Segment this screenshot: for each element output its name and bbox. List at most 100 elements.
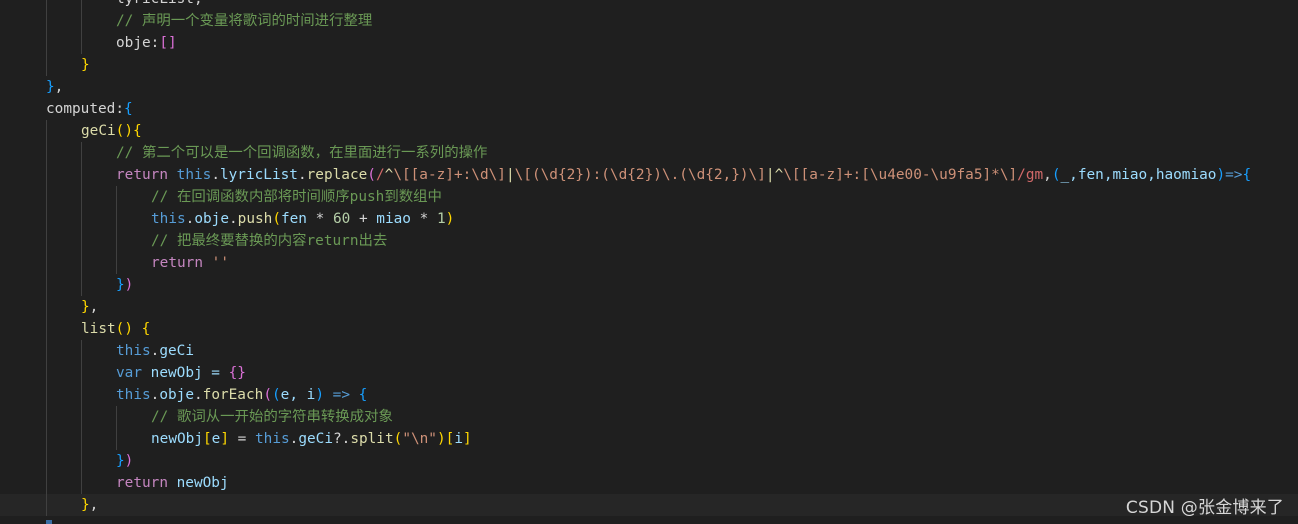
code-line[interactable]: var newObj = {} bbox=[0, 362, 1298, 384]
code-line[interactable]: return '' bbox=[0, 252, 1298, 274]
code-token-bracket-gold: } bbox=[81, 497, 90, 513]
code-text: // 歌词从一开始的字符串转换成对象 bbox=[151, 406, 393, 428]
indent-guide bbox=[81, 208, 82, 230]
code-text: list() { bbox=[81, 318, 150, 340]
indent-guide bbox=[81, 142, 82, 164]
code-token-bracket-pink: [] bbox=[159, 35, 177, 51]
code-token-default: . bbox=[211, 167, 220, 183]
code-line[interactable]: lyricList, bbox=[0, 0, 1298, 10]
code-text: return '' bbox=[151, 252, 229, 274]
indent-guide bbox=[46, 472, 47, 494]
code-line[interactable]: }) bbox=[0, 274, 1298, 296]
code-token-default: computed bbox=[46, 101, 116, 117]
indent-guide bbox=[81, 384, 82, 406]
code-token-default: lyricList, bbox=[116, 0, 203, 7]
code-line[interactable]: this.obje.forEach((e, i) => { bbox=[0, 384, 1298, 406]
code-line[interactable]: } bbox=[0, 54, 1298, 76]
code-line[interactable]: return this.lyricList.replace(/^\[[a-z]+… bbox=[0, 164, 1298, 186]
code-text: // 声明一个变量将歌词的时间进行整理 bbox=[116, 10, 372, 32]
code-token-string: '' bbox=[211, 255, 229, 271]
code-token-property: i bbox=[454, 431, 463, 447]
code-token-string: "\n" bbox=[402, 431, 437, 447]
code-token-this: this bbox=[116, 387, 151, 403]
code-text: this.obje.push(fen * 60 + miao * 1) bbox=[151, 208, 454, 230]
code-line[interactable]: }, bbox=[0, 494, 1298, 516]
code-token-regex-anchor: | bbox=[765, 167, 775, 183]
code-token-bracket-blue: ) bbox=[315, 387, 324, 403]
indent-guide bbox=[81, 428, 82, 450]
indent-guide bbox=[81, 274, 82, 296]
code-line[interactable]: obje:[] bbox=[0, 32, 1298, 54]
indent-guide bbox=[46, 406, 47, 428]
code-line[interactable]: }) bbox=[0, 450, 1298, 472]
code-text: // 第二个可以是一个回调函数，在里面进行一系列的操作 bbox=[116, 142, 487, 164]
code-token-bracket-gold: ] bbox=[220, 431, 229, 447]
code-text: lyricList, bbox=[116, 0, 203, 10]
code-token-bracket-gold: } bbox=[81, 299, 90, 315]
code-token-bracket-pink: ) bbox=[124, 277, 134, 293]
indent-guide bbox=[81, 252, 82, 274]
code-line[interactable]: }, bbox=[0, 296, 1298, 318]
code-text: }, bbox=[81, 296, 98, 318]
code-token-default: . bbox=[228, 211, 238, 227]
code-line[interactable]: return newObj bbox=[0, 472, 1298, 494]
code-token-default: : bbox=[115, 101, 124, 117]
indent-guide bbox=[46, 318, 47, 340]
code-line[interactable]: }, bbox=[0, 76, 1298, 98]
code-token-number: 60 bbox=[332, 211, 351, 227]
code-token-function: push bbox=[237, 211, 273, 227]
code-line[interactable]: // 第二个可以是一个回调函数，在里面进行一系列的操作 bbox=[0, 142, 1298, 164]
code-line[interactable]: geCi(){ bbox=[0, 120, 1298, 142]
code-token-default: , bbox=[54, 79, 64, 95]
code-text: var newObj = {} bbox=[116, 362, 246, 384]
code-token-bracket-blue: } bbox=[116, 277, 125, 293]
code-token-default bbox=[203, 255, 212, 271]
indent-guide bbox=[46, 362, 47, 384]
code-line[interactable]: computed:{ bbox=[0, 98, 1298, 120]
code-text: }, bbox=[46, 76, 63, 98]
code-line[interactable]: this.obje.push(fen * 60 + miao * 1) bbox=[0, 208, 1298, 230]
code-token-regex: /gm bbox=[1017, 167, 1044, 183]
code-line[interactable]: list() { bbox=[0, 318, 1298, 340]
indent-guide bbox=[46, 340, 47, 362]
code-token-property: newObj bbox=[151, 431, 203, 447]
code-token-property: newObj = bbox=[142, 365, 229, 381]
code-token-this: => bbox=[1225, 167, 1243, 183]
code-line[interactable]: // 在回调函数内部将时间顺序push到数组中 bbox=[0, 186, 1298, 208]
code-token-this: this bbox=[176, 167, 212, 183]
code-token-bracket-gold: [ bbox=[445, 431, 455, 447]
code-token-default: . bbox=[193, 387, 203, 403]
code-text: }, bbox=[81, 494, 98, 516]
indent-guide bbox=[81, 472, 82, 494]
code-token-bracket-gold: [ bbox=[202, 431, 212, 447]
code-token-this: this bbox=[116, 343, 151, 359]
code-editor[interactable]: lyricList,// 声明一个变量将歌词的时间进行整理obje:[]}},c… bbox=[0, 0, 1298, 524]
code-token-bracket-pink: ( bbox=[263, 387, 272, 403]
code-token-comment: // 歌词从一开始的字符串转换成对象 bbox=[151, 409, 393, 425]
code-token-bracket-pink: ) bbox=[124, 453, 134, 469]
code-token-default: . bbox=[297, 167, 307, 183]
code-token-regex-anchor: | bbox=[505, 167, 515, 183]
code-token-default: = bbox=[229, 431, 255, 447]
code-text: computed:{ bbox=[46, 98, 133, 120]
code-token-bracket-blue: { bbox=[123, 101, 133, 117]
code-token-property: geCi bbox=[298, 431, 333, 447]
code-token-function: split bbox=[350, 431, 394, 447]
code-token-bracket-blue: { bbox=[358, 387, 368, 403]
code-token-default: + bbox=[350, 211, 377, 227]
indent-guide bbox=[46, 186, 47, 208]
code-token-default bbox=[133, 321, 142, 337]
code-line[interactable]: // 把最终要替换的内容return出去 bbox=[0, 230, 1298, 252]
code-line[interactable]: this.geCi bbox=[0, 340, 1298, 362]
code-token-default bbox=[168, 167, 177, 183]
code-line[interactable]: newObj[e] = this.geCi?.split("\n")[i] bbox=[0, 428, 1298, 450]
code-line[interactable]: // 声明一个变量将歌词的时间进行整理 bbox=[0, 10, 1298, 32]
code-token-bracket-gold: ] bbox=[462, 431, 472, 447]
code-token-bracket-gold: ( bbox=[393, 431, 403, 447]
code-token-bracket-blue: ) bbox=[1216, 167, 1226, 183]
code-token-function: list bbox=[81, 321, 116, 337]
code-token-comment: // 在回调函数内部将时间顺序push到数组中 bbox=[151, 189, 442, 205]
code-token-regex: / bbox=[375, 167, 385, 183]
code-line[interactable]: // 歌词从一开始的字符串转换成对象 bbox=[0, 406, 1298, 428]
indent-guide bbox=[116, 186, 117, 208]
